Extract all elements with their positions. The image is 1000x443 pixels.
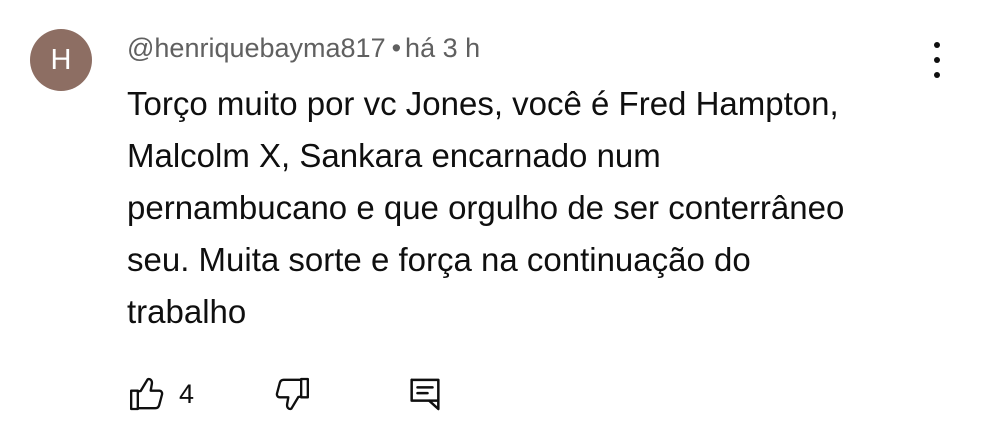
comment-text-line: Torço muito por vc Jones, você é Fred Ha… bbox=[127, 85, 839, 122]
comment-text-line: Malcolm X, Sankara encarnado num bbox=[127, 137, 661, 174]
like-count: 4 bbox=[179, 378, 195, 409]
author-handle[interactable]: @henriquebayma817 bbox=[127, 33, 386, 63]
comment-time[interactable]: há 3 h bbox=[405, 33, 480, 63]
avatar-letter: H bbox=[50, 43, 72, 76]
more-vertical-icon bbox=[934, 42, 940, 48]
comment-header: @henriquebayma817 • há 3 h bbox=[127, 30, 480, 66]
thumbs-up-icon bbox=[130, 377, 164, 411]
comment-text-line: seu. Muita sorte e força na continuação … bbox=[127, 241, 751, 278]
like-button[interactable]: 4 bbox=[127, 372, 194, 416]
comment-text-line: trabalho bbox=[127, 293, 247, 330]
more-vertical-icon-dot bbox=[934, 72, 940, 78]
reply-button[interactable] bbox=[405, 372, 445, 416]
dislike-button[interactable] bbox=[272, 372, 312, 416]
comment-card: H @henriquebayma817 • há 3 h Torço muito p… bbox=[0, 0, 1000, 443]
thumbs-down-icon bbox=[275, 377, 309, 411]
more-options-button[interactable] bbox=[920, 38, 954, 82]
comment-text-line: pernambucano e que orgulho de ser conter… bbox=[127, 189, 845, 226]
avatar[interactable]: H bbox=[30, 29, 92, 91]
reply-comment-icon bbox=[410, 378, 440, 411]
meta-separator: • bbox=[391, 33, 402, 63]
comment-text: Torço muito por vc Jones, você é Fred Ha… bbox=[127, 78, 927, 338]
more-vertical-icon-dot bbox=[934, 57, 940, 63]
comment-actions: 4 bbox=[127, 372, 447, 416]
